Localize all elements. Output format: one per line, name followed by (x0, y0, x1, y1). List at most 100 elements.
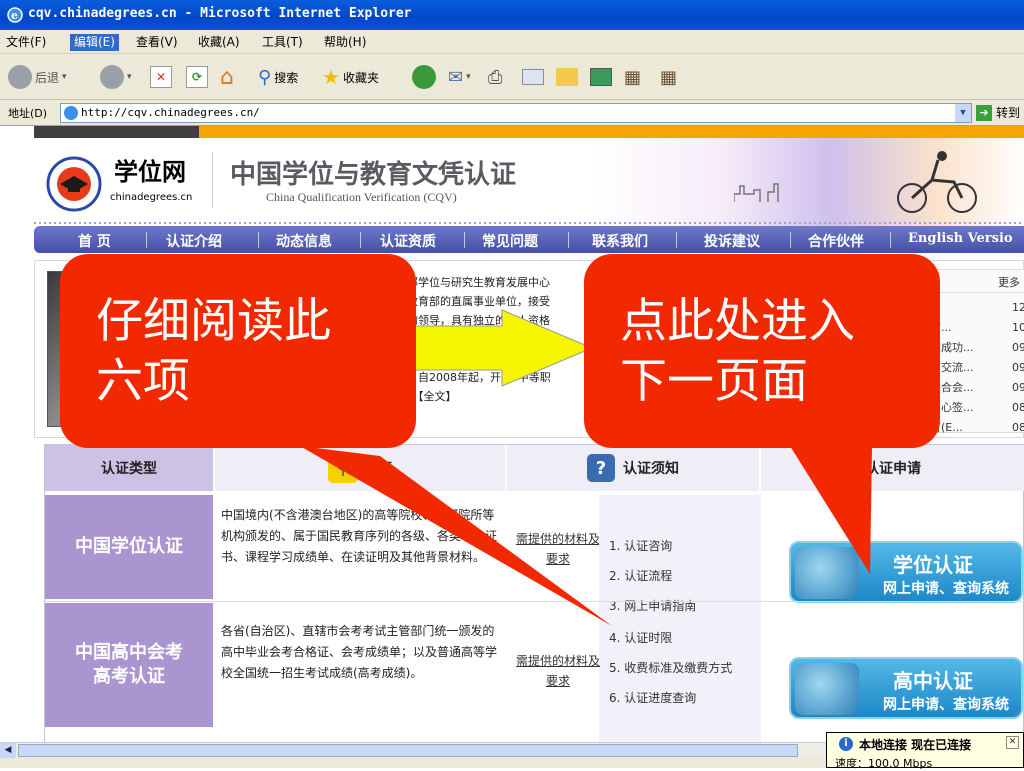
network-notification-balloon[interactable]: i 本地连接 现在已连接 速度：100.0 Mbps ✕ (826, 732, 1024, 770)
address-input[interactable]: http://cqv.chinadegrees.cn/ ▼ (60, 103, 972, 123)
folder-icon (556, 68, 578, 86)
nav-about[interactable]: 认证介绍 (166, 231, 222, 251)
notice-step-process[interactable]: 2. 认证流程 (609, 567, 672, 584)
back-label: 后退 (35, 70, 60, 85)
window-titlebar[interactable]: e cqv.chinadegrees.cn - Microsoft Intern… (0, 0, 1024, 30)
row-degree-desc: 中国境内(不含港澳台地区)的高等院校、科研院所等机构颁发的、属于国民教育序列的各… (221, 508, 498, 564)
header-notice: ? 认证须知 (507, 445, 759, 491)
menu-tools[interactable]: 工具(T) (258, 34, 307, 51)
scroll-left-icon[interactable]: ◀ (0, 743, 16, 758)
page-icon (64, 106, 78, 120)
mail-button[interactable]: ✉ ▾ (448, 62, 471, 92)
nav-divider (568, 232, 569, 248)
edit-button[interactable] (522, 62, 544, 92)
header-apply: 认证申请 (761, 445, 1024, 491)
forward-arrow-icon (100, 65, 124, 89)
home-button[interactable]: ⌂ (220, 62, 234, 92)
menu-edit[interactable]: 编辑(E) (70, 34, 119, 51)
degree-apply-title: 学位认证 (893, 553, 973, 577)
header-apply-label: 认证申请 (865, 461, 921, 477)
site-logo-cn: 学位网 (114, 158, 186, 186)
chevron-down-icon: ▾ (62, 72, 67, 82)
news-date: 10/ (1012, 321, 1024, 334)
notice-step-fees[interactable]: 5. 收费标准及缴费方式 (609, 659, 732, 676)
forward-button[interactable]: ▾ (100, 62, 132, 92)
standard-toolbar: 后退 ▾ ▾ ✕ ⟳ ⌂ ⚲ 搜索 ★ 收藏夹 ✉ ▾ ⎙ ▦ ▦ (0, 54, 1024, 100)
notice-step-progress[interactable]: 6. 认证进度查询 (609, 689, 696, 706)
menu-view[interactable]: 查看(V) (132, 34, 182, 51)
menu-favorites[interactable]: 收藏(A) (194, 34, 244, 51)
highschool-apply-title: 高中认证 (893, 669, 973, 693)
site-title-en: China Qualification Verification (CQV) (266, 190, 457, 204)
help-question-icon: ? (587, 454, 615, 482)
nav-complaints[interactable]: 投诉建议 (704, 231, 760, 251)
search-button[interactable]: ⚲ 搜索 (258, 62, 298, 92)
row-highschool-type: 中国高中会考高考认证 (45, 603, 213, 727)
nav-partners[interactable]: 合作伙伴 (808, 231, 864, 251)
menu-file[interactable]: 文件(F) (2, 34, 50, 51)
left-callout-line-2: 六项 (96, 354, 190, 409)
svg-text:e: e (11, 9, 18, 22)
right-callout: 点此处进入 下一页面 (584, 254, 940, 448)
row-highschool-requirements-link[interactable]: 需提供的材料及要求 (513, 651, 603, 691)
stop-icon: ✕ (150, 66, 172, 88)
news-more-link[interactable]: 更多 (998, 274, 1020, 290)
site-top-strip (34, 126, 1024, 138)
site-logo-en: chinadegrees.cn (110, 192, 193, 203)
header-type-label: 认证类型 (101, 461, 157, 477)
favorites-button[interactable]: ★ 收藏夹 (322, 62, 379, 92)
page-viewport: 学位网 chinadegrees.cn 中国学位与教育文凭认证 China Qu… (0, 126, 1024, 742)
picture-icon (590, 68, 612, 86)
site-title-cn: 中国学位与教育文凭认证 (230, 160, 517, 190)
edit-icon (522, 69, 544, 85)
page-margin (0, 126, 34, 742)
nav-faq[interactable]: 常见问题 (482, 231, 538, 251)
tools-button[interactable]: ▦ (660, 62, 677, 92)
research-button[interactable]: ▦ (624, 62, 641, 92)
scroll-thumb[interactable] (18, 744, 798, 757)
refresh-button[interactable]: ⟳ (186, 62, 208, 92)
nav-qualification[interactable]: 认证资质 (380, 231, 436, 251)
dropdown-arrow-icon[interactable]: ▼ (955, 104, 971, 122)
nav-home[interactable]: 首 页 (78, 231, 111, 251)
degree-seal-logo-icon (46, 156, 102, 212)
history-button[interactable] (412, 62, 436, 92)
mail-icon: ✉ (448, 66, 464, 88)
right-callout-line-2: 下一页面 (620, 354, 808, 409)
notice-step-consult[interactable]: 1. 认证咨询 (609, 537, 672, 554)
nav-english[interactable]: English Versio (908, 231, 1013, 246)
horizontal-scrollbar[interactable]: ◀ (0, 742, 826, 758)
address-bar: 地址(D) http://cqv.chinadegrees.cn/ ▼ ➔ 转到 (0, 100, 1024, 126)
highschool-apply-button[interactable]: 高中认证 网上申请、查询系统 (789, 657, 1023, 719)
degree-apply-button[interactable]: 学位认证 网上申请、查询系统 (789, 541, 1023, 603)
notice-step-guide[interactable]: 3. 网上申请指南 (609, 597, 696, 614)
home-icon: ⌂ (220, 64, 234, 90)
nav-contact[interactable]: 联系我们 (592, 231, 648, 251)
search-icon: ⚲ (258, 66, 272, 88)
nav-news[interactable]: 动态信息 (276, 231, 332, 251)
print-icon: ⎙ (488, 66, 503, 88)
balloon-title: 本地连接 现在已连接 (859, 738, 972, 752)
row-degree-requirements-link[interactable]: 需提供的材料及要求 (513, 529, 603, 569)
left-callout: 仔细阅读此 六项 (60, 254, 416, 448)
back-button[interactable]: 后退 ▾ (8, 62, 67, 92)
site-header: 学位网 chinadegrees.cn 中国学位与教育文凭认证 China Qu… (34, 138, 1024, 226)
header-scope-label: 认证 (364, 461, 392, 477)
notice-step-timeline[interactable]: 4. 认证时限 (609, 629, 672, 646)
right-callout-line-1: 点此处进入 (620, 294, 855, 349)
messenger-button[interactable] (590, 62, 612, 92)
history-icon (412, 65, 436, 89)
go-button[interactable]: ➔ 转到 (976, 104, 1020, 121)
header-notice-label: 认证须知 (623, 461, 679, 477)
skyline-icon (734, 183, 779, 202)
print-button[interactable]: ⎙ (488, 62, 502, 92)
row-highschool-desc: 各省(自治区)、直辖市会考考试主管部门统一颁发的高中毕业会考合格证、会考成绩单；… (221, 624, 498, 680)
nav-divider (258, 232, 259, 248)
folder-button[interactable] (556, 62, 578, 92)
menu-help[interactable]: 帮助(H) (320, 34, 370, 51)
close-icon[interactable]: ✕ (1006, 736, 1019, 749)
address-label: 地址(D) (8, 107, 48, 120)
logo-divider (212, 152, 213, 208)
stop-button[interactable]: ✕ (150, 62, 172, 92)
nav-divider (360, 232, 361, 248)
